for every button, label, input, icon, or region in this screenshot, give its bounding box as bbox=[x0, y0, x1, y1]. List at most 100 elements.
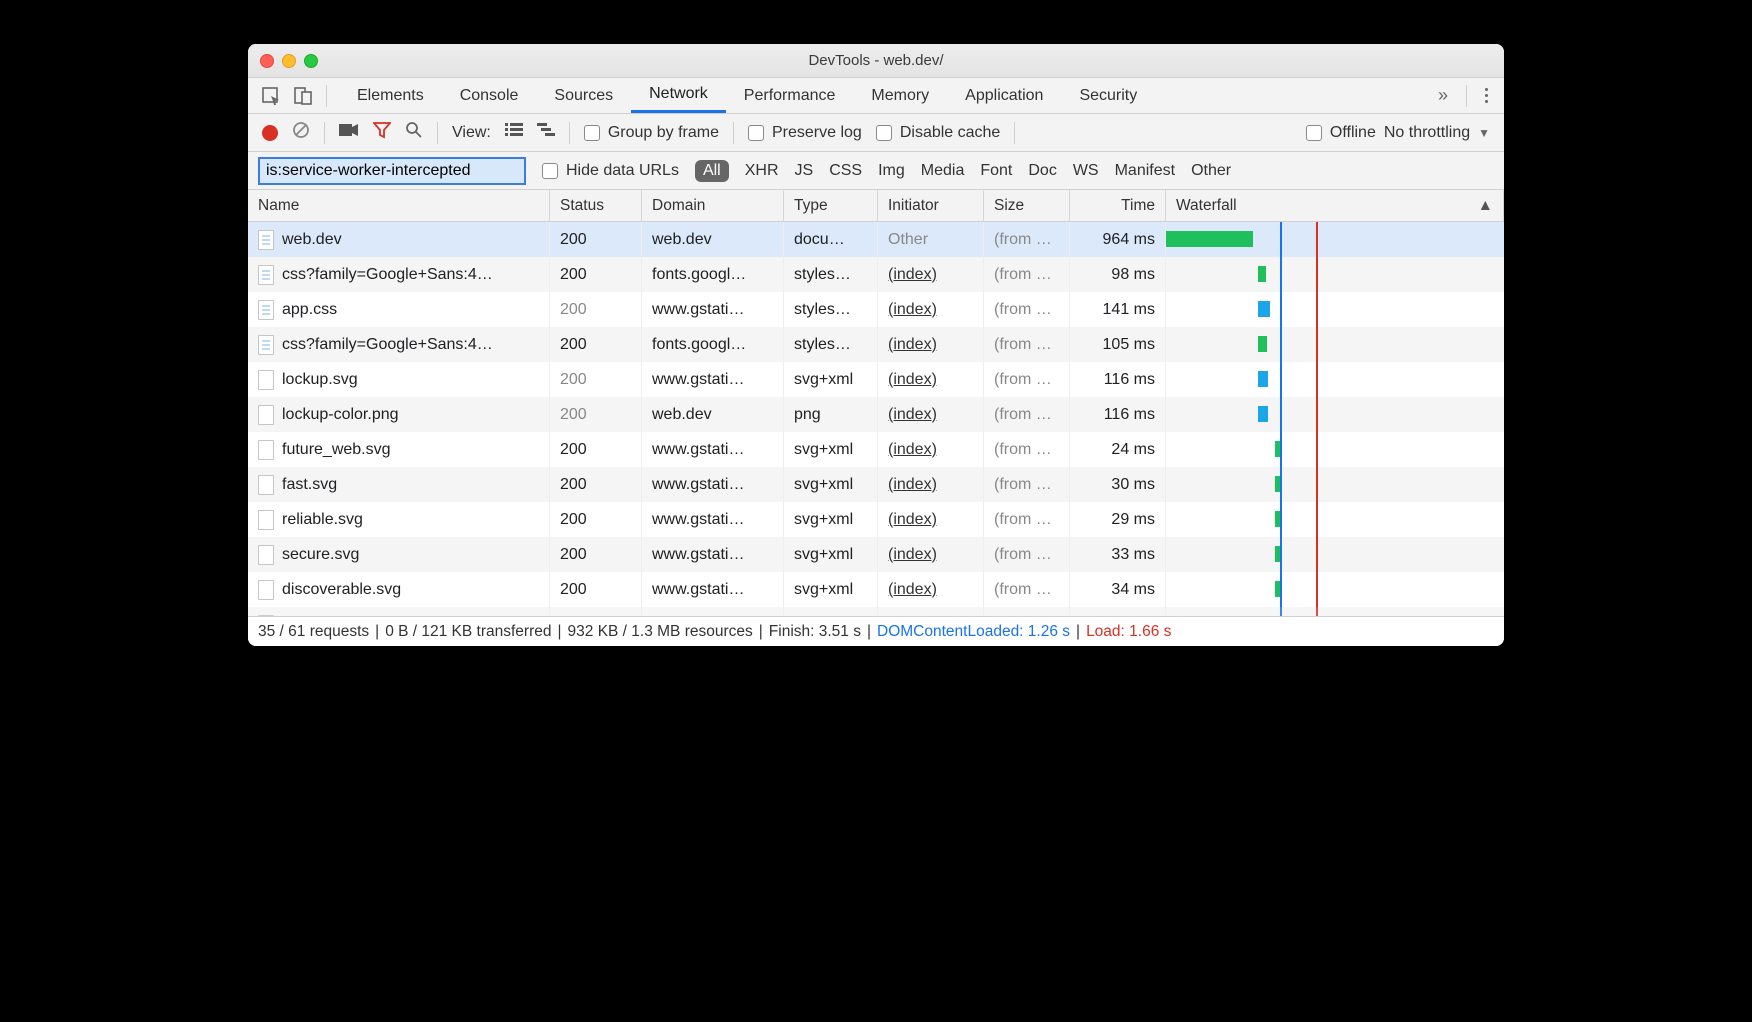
filter-type-xhr[interactable]: XHR bbox=[745, 162, 779, 180]
offline-checkbox[interactable]: Offline bbox=[1306, 124, 1376, 142]
request-initiator[interactable]: (index) bbox=[888, 476, 937, 494]
device-toggle-icon[interactable] bbox=[294, 87, 312, 105]
request-initiator[interactable]: (index) bbox=[888, 371, 937, 389]
disable-cache-checkbox[interactable]: Disable cache bbox=[876, 124, 1001, 142]
request-domain: www.gstati… bbox=[642, 432, 784, 467]
tab-sources[interactable]: Sources bbox=[536, 78, 631, 113]
clear-icon[interactable] bbox=[292, 121, 310, 144]
search-icon[interactable] bbox=[405, 121, 423, 144]
tab-performance[interactable]: Performance bbox=[726, 78, 854, 113]
filter-input[interactable] bbox=[258, 157, 526, 185]
view-waterfall-icon[interactable] bbox=[537, 123, 555, 142]
settings-menu-icon[interactable] bbox=[1485, 88, 1488, 103]
filter-type-ws[interactable]: WS bbox=[1073, 162, 1099, 180]
table-row[interactable]: secure.svg200www.gstati…svg+xml(index)(f… bbox=[248, 537, 1504, 572]
request-domain: www.gstati… bbox=[642, 362, 784, 397]
col-domain[interactable]: Domain bbox=[642, 190, 784, 221]
file-icon bbox=[258, 300, 274, 320]
file-icon bbox=[258, 370, 274, 390]
request-name: lockup-color.png bbox=[282, 406, 399, 424]
group-by-frame-checkbox[interactable]: Group by frame bbox=[584, 124, 719, 142]
chevron-down-icon[interactable]: ▼ bbox=[1478, 126, 1490, 140]
table-row[interactable]: web.dev200web.devdocu…Other(from …964 ms bbox=[248, 222, 1504, 257]
table-row[interactable]: reliable.svg200www.gstati…svg+xml(index)… bbox=[248, 502, 1504, 537]
table-row[interactable]: future_web.svg200www.gstati…svg+xml(inde… bbox=[248, 432, 1504, 467]
request-type: svg+xml bbox=[784, 362, 878, 397]
request-status: 200 bbox=[550, 537, 642, 572]
tab-network[interactable]: Network bbox=[631, 78, 726, 113]
status-load: Load: 1.66 s bbox=[1086, 623, 1171, 641]
filter-type-media[interactable]: Media bbox=[921, 162, 965, 180]
filter-type-all[interactable]: All bbox=[695, 160, 729, 182]
filter-type-img[interactable]: Img bbox=[878, 162, 905, 180]
request-time: 105 ms bbox=[1070, 327, 1166, 362]
request-initiator[interactable]: (index) bbox=[888, 336, 937, 354]
col-waterfall[interactable]: Waterfall▲ bbox=[1166, 190, 1504, 221]
request-initiator[interactable]: (index) bbox=[888, 266, 937, 284]
devtools-window: DevTools - web.dev/ ElementsConsoleSourc… bbox=[248, 44, 1504, 646]
col-time[interactable]: Time bbox=[1070, 190, 1166, 221]
request-size: (from … bbox=[984, 222, 1070, 257]
table-row[interactable]: discoverable.svg200www.gstati…svg+xml(in… bbox=[248, 572, 1504, 607]
request-name: web.dev bbox=[282, 231, 342, 249]
col-initiator[interactable]: Initiator bbox=[878, 190, 984, 221]
preserve-log-checkbox[interactable]: Preserve log bbox=[748, 124, 862, 142]
table-body: web.dev200web.devdocu…Other(from …964 ms… bbox=[248, 222, 1504, 616]
request-waterfall bbox=[1166, 362, 1504, 397]
table-row[interactable]: lockup-color.png200web.devpng(index)(fro… bbox=[248, 397, 1504, 432]
file-icon bbox=[258, 580, 274, 600]
col-name[interactable]: Name bbox=[248, 190, 550, 221]
table-row[interactable]: app.css200www.gstati…styles…(index)(from… bbox=[248, 292, 1504, 327]
request-initiator[interactable]: (index) bbox=[888, 616, 937, 617]
filter-type-js[interactable]: JS bbox=[795, 162, 814, 180]
request-type: styles… bbox=[784, 327, 878, 362]
file-icon bbox=[258, 475, 274, 495]
filter-type-css[interactable]: CSS bbox=[829, 162, 862, 180]
table-row[interactable]: css?family=Google+Sans:4…200fonts.googl…… bbox=[248, 327, 1504, 362]
tab-elements[interactable]: Elements bbox=[339, 78, 442, 113]
more-tabs-icon[interactable]: » bbox=[1438, 85, 1448, 106]
table-row[interactable]: css?family=Google+Sans:4…200fonts.googl…… bbox=[248, 257, 1504, 292]
request-size: (from … bbox=[984, 607, 1070, 616]
request-initiator[interactable]: (index) bbox=[888, 511, 937, 529]
request-initiator[interactable]: (index) bbox=[888, 441, 937, 459]
table-row[interactable]: lockup.svg200www.gstati…svg+xml(index)(f… bbox=[248, 362, 1504, 397]
col-type[interactable]: Type bbox=[784, 190, 878, 221]
tab-console[interactable]: Console bbox=[442, 78, 537, 113]
view-list-icon[interactable] bbox=[505, 123, 523, 142]
filter-type-doc[interactable]: Doc bbox=[1028, 162, 1056, 180]
inspect-element-icon[interactable] bbox=[262, 87, 280, 105]
table-row[interactable]: installable.svg200www.gstati…svg+xml(ind… bbox=[248, 607, 1504, 616]
request-name: css?family=Google+Sans:4… bbox=[282, 266, 493, 284]
tab-memory[interactable]: Memory bbox=[853, 78, 947, 113]
request-waterfall bbox=[1166, 572, 1504, 607]
filter-type-manifest[interactable]: Manifest bbox=[1115, 162, 1175, 180]
file-icon bbox=[258, 265, 274, 285]
request-initiator[interactable]: (index) bbox=[888, 406, 937, 424]
throttling-select[interactable]: No throttling bbox=[1384, 124, 1470, 142]
request-initiator[interactable]: (index) bbox=[888, 581, 937, 599]
tab-security[interactable]: Security bbox=[1061, 78, 1155, 113]
request-time: 29 ms bbox=[1070, 502, 1166, 537]
request-type: svg+xml bbox=[784, 467, 878, 502]
record-icon[interactable] bbox=[262, 125, 278, 141]
filter-icon[interactable] bbox=[373, 121, 391, 144]
table-row[interactable]: fast.svg200www.gstati…svg+xml(index)(fro… bbox=[248, 467, 1504, 502]
col-size[interactable]: Size bbox=[984, 190, 1070, 221]
request-initiator[interactable]: (index) bbox=[888, 301, 937, 319]
filter-type-other[interactable]: Other bbox=[1191, 162, 1231, 180]
request-initiator[interactable]: (index) bbox=[888, 546, 937, 564]
request-size: (from … bbox=[984, 397, 1070, 432]
request-name: fast.svg bbox=[282, 476, 337, 494]
request-waterfall bbox=[1166, 467, 1504, 502]
status-finish: Finish: 3.51 s bbox=[769, 623, 861, 641]
request-type: styles… bbox=[784, 292, 878, 327]
file-icon bbox=[258, 405, 274, 425]
request-status: 200 bbox=[550, 572, 642, 607]
request-time: 116 ms bbox=[1070, 397, 1166, 432]
camera-icon[interactable] bbox=[339, 123, 359, 142]
hide-data-urls-checkbox[interactable]: Hide data URLs bbox=[542, 162, 679, 180]
tab-application[interactable]: Application bbox=[947, 78, 1061, 113]
filter-type-font[interactable]: Font bbox=[980, 162, 1012, 180]
col-status[interactable]: Status bbox=[550, 190, 642, 221]
